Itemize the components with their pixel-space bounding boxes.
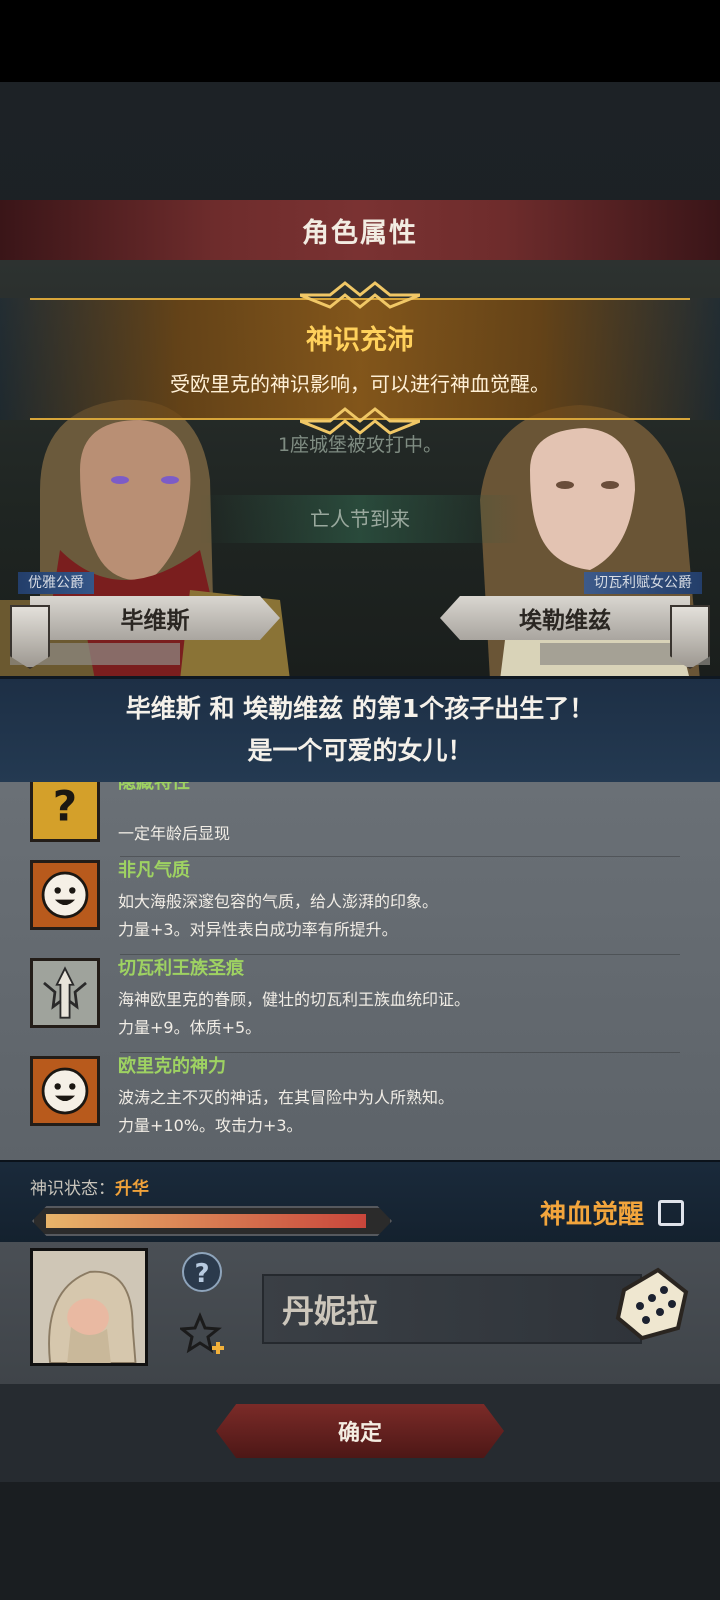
divine-status-label: 神识状态：升华 bbox=[30, 1174, 149, 1199]
trait-list[interactable]: ? 隐藏特性 一定年龄后显现 非凡气质 如大海般深邃包容的气质，给人澎湃的印象。… bbox=[0, 782, 720, 1160]
trait-desc: 一定年龄后显现 bbox=[118, 824, 231, 843]
trait-item-extraordinary[interactable]: 非凡气质 如大海般深邃包容的气质，给人澎湃的印象。 力量+3。对异性表白成功率有… bbox=[30, 860, 690, 956]
divine-status-panel: 神识状态：升华 神血觉醒 bbox=[0, 1160, 720, 1244]
confirm-button-label: 确定 bbox=[337, 1421, 382, 1446]
child-name-value: 丹妮拉 bbox=[282, 1292, 379, 1330]
trait-desc: 海神欧里克的眷顾，健壮的切瓦利王族血统印证。 bbox=[118, 990, 471, 1009]
blood-awaken-label: 神血觉醒 bbox=[539, 1200, 644, 1230]
divine-notice-banner: 神识充沛 受欧里克的神识影响，可以进行神血觉醒。 bbox=[0, 281, 720, 435]
star-add-icon[interactable] bbox=[180, 1312, 226, 1358]
trait-name: 欧里克的神力 bbox=[118, 1056, 226, 1077]
question-icon: ? bbox=[30, 782, 100, 842]
trait-effect: 力量+9。体质+5。 bbox=[118, 1018, 262, 1037]
trait-effect: 力量+10%。攻击力+3。 bbox=[118, 1116, 303, 1135]
trait-name: 切瓦利王族圣痕 bbox=[118, 958, 244, 979]
father-shield-icon bbox=[10, 605, 50, 669]
news-item-highlight: 亡人节到来 bbox=[200, 495, 520, 543]
trait-item-royal-stigmata[interactable]: 切瓦利王族圣痕 海神欧里克的眷顾，健壮的切瓦利王族血统印证。 力量+9。体质+5… bbox=[30, 958, 690, 1054]
child-avatar[interactable] bbox=[30, 1248, 148, 1366]
divine-status-caption: 神识状态： bbox=[30, 1179, 115, 1199]
trait-desc: 波涛之主不灭的神话，在其冒险中为人所熟知。 bbox=[118, 1088, 455, 1107]
birth-message-line2: 是一个可爱的女儿！ bbox=[247, 736, 473, 765]
news-feed: 1座城堡被攻打中。 亡人节到来 bbox=[200, 430, 520, 543]
page-title: 角色属性 bbox=[302, 217, 418, 249]
father-name-plate[interactable]: 毕维斯 bbox=[30, 596, 280, 640]
svg-text:?: ? bbox=[53, 782, 77, 831]
mother-shield-icon bbox=[670, 605, 710, 669]
child-naming-row: ? 丹妮拉 bbox=[0, 1242, 720, 1384]
smile-icon bbox=[30, 1056, 100, 1126]
divine-progress-fill bbox=[46, 1214, 366, 1228]
trident-crest-icon bbox=[30, 958, 100, 1028]
smile-icon bbox=[30, 860, 100, 930]
divine-status-value: 升华 bbox=[115, 1179, 149, 1199]
blood-awaken-checkbox[interactable] bbox=[658, 1199, 684, 1226]
blood-awaken-toggle[interactable]: 神血觉醒 bbox=[540, 1194, 684, 1231]
divine-progress-bar bbox=[32, 1206, 392, 1236]
confirm-area: 确定 bbox=[0, 1384, 720, 1482]
status-bar-area bbox=[0, 0, 720, 82]
random-dice-icon[interactable] bbox=[612, 1262, 692, 1342]
confirm-button[interactable]: 确定 bbox=[216, 1404, 504, 1458]
father-title: 优雅公爵 bbox=[18, 572, 94, 594]
child-name-field[interactable]: 丹妮拉 bbox=[262, 1274, 642, 1344]
birth-message: 毕维斯 和 埃勒维兹 的第1个孩子出生了！ 是一个可爱的女儿！ bbox=[0, 676, 720, 788]
mother-name-plate[interactable]: 埃勒维兹 bbox=[440, 596, 690, 640]
trait-desc: 如大海般深邃包容的气质，给人澎湃的印象。 bbox=[118, 892, 439, 911]
ornament-icon bbox=[300, 281, 420, 309]
trait-name: 非凡气质 bbox=[118, 860, 190, 881]
help-icon[interactable]: ? bbox=[182, 1252, 222, 1292]
page-title-band: 角色属性 bbox=[0, 200, 720, 260]
trait-effect: 力量+3。对异性表白成功率有所提升。 bbox=[118, 920, 398, 939]
birth-message-line1: 毕维斯 和 埃勒维兹 的第1个孩子出生了！ bbox=[125, 694, 595, 723]
mother-title: 切瓦利赋女公爵 bbox=[584, 572, 702, 594]
bottom-frame bbox=[0, 1482, 720, 1600]
ornament-icon bbox=[300, 407, 420, 435]
banner-title: 神识充沛 bbox=[306, 325, 414, 356]
father-name: 毕维斯 bbox=[120, 608, 190, 634]
divider bbox=[120, 856, 680, 857]
trait-item-orik-power[interactable]: 欧里克的神力 波涛之主不灭的神话，在其冒险中为人所熟知。 力量+10%。攻击力+… bbox=[30, 1056, 690, 1152]
mother-name: 埃勒维兹 bbox=[519, 608, 611, 634]
trait-name: 隐藏特性 bbox=[118, 782, 190, 793]
banner-subtitle: 受欧里克的神识影响，可以进行神血觉醒。 bbox=[170, 372, 550, 396]
